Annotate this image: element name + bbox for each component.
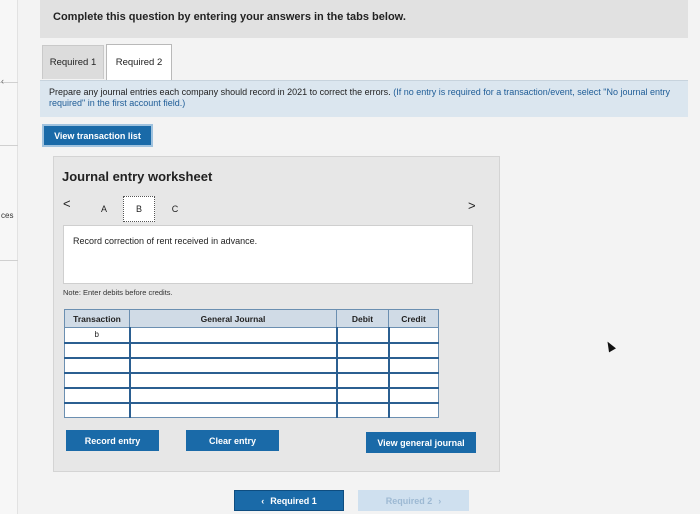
mouse-cursor-icon: [604, 339, 616, 353]
table-row: [64, 401, 439, 418]
debit-input[interactable]: [335, 327, 389, 343]
account-input[interactable]: [128, 401, 337, 418]
account-input[interactable]: [128, 341, 337, 358]
table-row: [64, 371, 439, 388]
chevron-right-icon: ›: [438, 495, 442, 506]
chevron-right-icon[interactable]: >: [468, 198, 476, 213]
column-header-general-journal: General Journal: [129, 309, 337, 328]
instruction-text: Prepare any journal entries each company…: [49, 87, 391, 97]
debit-input[interactable]: [335, 401, 389, 418]
view-transaction-list-button[interactable]: View transaction list: [42, 124, 153, 147]
view-general-journal-button[interactable]: View general journal: [366, 432, 476, 453]
account-input[interactable]: [128, 371, 337, 388]
table-row: b: [64, 327, 439, 343]
credit-input[interactable]: [387, 341, 439, 358]
column-header-credit: Credit: [388, 309, 439, 328]
sidebar-label: ces: [1, 211, 14, 220]
required-2-nav-label: Required 2: [385, 495, 433, 506]
divider: [0, 145, 18, 146]
transaction-cell: [64, 356, 130, 373]
transaction-cell: b: [64, 327, 130, 343]
debit-input[interactable]: [335, 356, 389, 373]
tab-required-1[interactable]: Required 1: [42, 45, 104, 79]
transaction-description-text: Record correction of rent received in ad…: [73, 236, 258, 246]
transaction-tab-c[interactable]: C: [160, 196, 190, 222]
transaction-cell: [64, 386, 130, 403]
account-input[interactable]: [128, 356, 337, 373]
clear-entry-button[interactable]: Clear entry: [186, 430, 279, 451]
journal-entry-table: Transaction General Journal Debit Credit…: [64, 309, 439, 418]
transaction-cell: [64, 371, 130, 388]
credit-input[interactable]: [387, 371, 439, 388]
account-input[interactable]: [128, 386, 337, 403]
question-header-text: Complete this question by entering your …: [53, 11, 406, 23]
credit-input[interactable]: [387, 386, 439, 403]
table-row: [64, 341, 439, 358]
required-1-nav-button[interactable]: ‹ Required 1: [234, 490, 344, 511]
account-input[interactable]: [128, 327, 337, 343]
chevron-left-icon[interactable]: ‹: [1, 76, 4, 86]
transaction-cell: [64, 341, 130, 358]
table-row: [64, 356, 439, 373]
credit-input[interactable]: [387, 327, 439, 343]
question-header: Complete this question by entering your …: [40, 0, 688, 38]
required-2-nav-button[interactable]: Required 2 ›: [358, 490, 469, 511]
transaction-tab-a[interactable]: A: [89, 196, 119, 222]
worksheet-title: Journal entry worksheet: [62, 169, 213, 184]
divider: [0, 260, 18, 261]
debit-input[interactable]: [335, 371, 389, 388]
record-entry-button[interactable]: Record entry: [66, 430, 159, 451]
table-row: [64, 386, 439, 403]
transaction-tab-b[interactable]: B: [123, 196, 155, 222]
debit-input[interactable]: [335, 386, 389, 403]
transaction-cell: [64, 401, 130, 418]
left-sidebar-strip: ‹ ces: [0, 0, 18, 514]
chevron-left-icon: ‹: [261, 495, 265, 506]
credit-input[interactable]: [387, 401, 439, 418]
tab-required-2[interactable]: Required 2: [106, 44, 172, 80]
entry-note: Note: Enter debits before credits.: [63, 288, 173, 297]
instruction-panel: Prepare any journal entries each company…: [40, 80, 688, 117]
chevron-left-icon[interactable]: <: [63, 196, 71, 211]
debit-input[interactable]: [335, 341, 389, 358]
transaction-description: Record correction of rent received in ad…: [63, 225, 473, 284]
column-header-transaction: Transaction: [64, 309, 130, 328]
required-1-nav-label: Required 1: [270, 495, 317, 506]
credit-input[interactable]: [387, 356, 439, 373]
column-header-debit: Debit: [336, 309, 389, 328]
